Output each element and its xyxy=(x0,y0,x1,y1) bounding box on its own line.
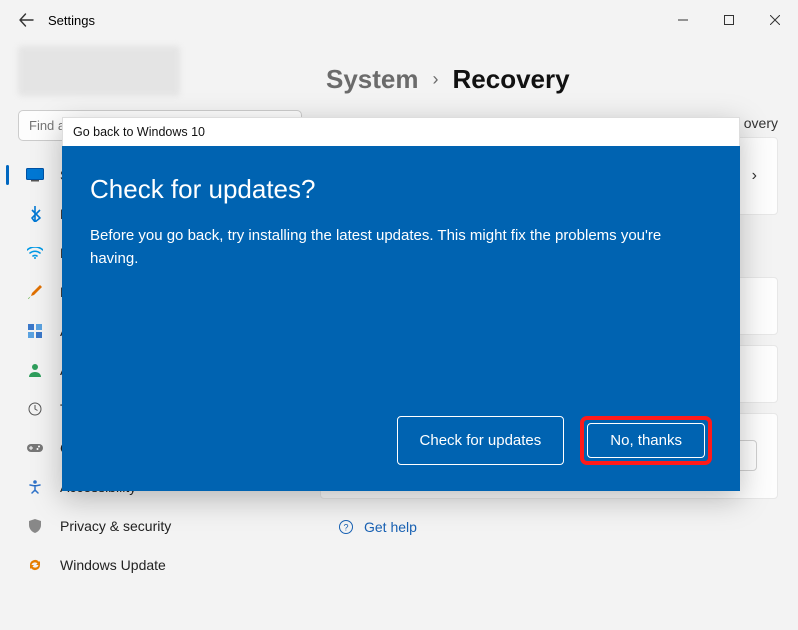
maximize-icon xyxy=(724,15,734,25)
dialog-titlebar: Go back to Windows 10 xyxy=(62,117,740,146)
window-title: Settings xyxy=(48,13,95,28)
chevron-right-icon: › xyxy=(752,167,757,185)
account-block[interactable] xyxy=(18,46,180,96)
dialog-heading: Check for updates? xyxy=(90,174,712,205)
person-icon xyxy=(26,361,44,379)
shield-icon xyxy=(26,517,44,535)
maximize-button[interactable] xyxy=(706,4,752,36)
get-help-link[interactable]: Get help xyxy=(364,519,417,535)
clock-icon xyxy=(26,400,44,418)
help-icon: ? xyxy=(338,519,354,535)
back-button[interactable] xyxy=(10,4,42,36)
gamepad-icon xyxy=(26,439,44,457)
dialog-buttons: Check for updates No, thanks xyxy=(90,416,712,471)
svg-text:?: ? xyxy=(343,522,348,532)
system-icon xyxy=(26,166,44,184)
sidebar-item-privacy[interactable]: Privacy & security xyxy=(6,507,314,545)
sidebar-item-windows-update[interactable]: Windows Update xyxy=(6,546,314,584)
sidebar-item-label: Windows Update xyxy=(60,557,166,573)
accessibility-icon xyxy=(26,478,44,496)
minimize-button[interactable] xyxy=(660,4,706,36)
arrow-left-icon xyxy=(18,12,34,28)
wifi-icon xyxy=(26,244,44,262)
close-button[interactable] xyxy=(752,4,798,36)
no-thanks-button[interactable]: No, thanks xyxy=(587,423,705,458)
brush-icon xyxy=(26,283,44,301)
titlebar: Settings xyxy=(0,0,798,40)
update-icon xyxy=(26,556,44,574)
bluetooth-icon xyxy=(26,205,44,223)
get-help-row: ? Get help xyxy=(320,519,778,535)
go-back-dialog: Go back to Windows 10 Check for updates?… xyxy=(62,117,740,491)
window-controls xyxy=(660,4,798,36)
apps-icon xyxy=(26,322,44,340)
highlight-box: No, thanks xyxy=(580,416,712,465)
breadcrumb-current: Recovery xyxy=(453,64,570,95)
check-for-updates-button[interactable]: Check for updates xyxy=(397,416,565,465)
close-icon xyxy=(770,15,780,25)
dialog-body-text: Before you go back, try installing the l… xyxy=(90,225,670,270)
sidebar-item-label: Privacy & security xyxy=(60,518,171,534)
breadcrumb: System › Recovery xyxy=(320,64,778,95)
chevron-right-icon: › xyxy=(433,69,439,90)
breadcrumb-parent[interactable]: System xyxy=(326,64,419,95)
minimize-icon xyxy=(678,15,688,25)
